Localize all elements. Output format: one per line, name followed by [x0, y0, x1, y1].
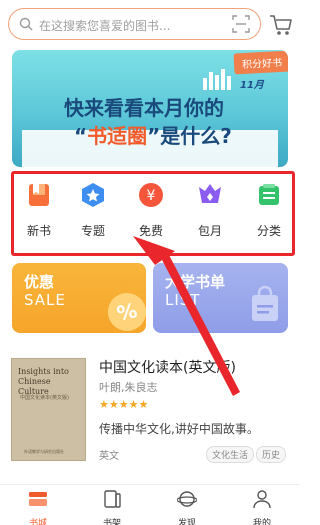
- nav-bookshelf[interactable]: 书架: [82, 489, 142, 525]
- book-list-item[interactable]: Insights into Chinese Culture 中国文化读本(英文版…: [0, 350, 300, 470]
- free-icon: ¥: [139, 183, 163, 207]
- nav-bookstore[interactable]: 书城: [8, 489, 68, 525]
- bookstore-icon: [29, 492, 47, 506]
- rating-stars: ★★★★★: [99, 393, 149, 411]
- search-icon: [19, 17, 33, 31]
- book-title[interactable]: 中国文化读本(英文版): [99, 357, 236, 377]
- tag-history[interactable]: 历史: [256, 446, 287, 463]
- svg-text:¥: ¥: [147, 188, 156, 204]
- promo-banner[interactable]: 积分好书 11月 快来看看本月你的 “书适圈”是什么?: [12, 50, 288, 167]
- scan-icon[interactable]: [232, 15, 250, 33]
- book-language: 英文: [99, 451, 119, 462]
- bookshelf-icon: [104, 490, 121, 508]
- category-new-book[interactable]: 新书: [15, 182, 63, 239]
- monthly-icon: [199, 184, 221, 203]
- shopping-bag-icon: [252, 285, 278, 321]
- bottom-nav: 书城 书架 发现 我的: [0, 484, 300, 525]
- banner-subheadline: “书适圈”是什么?: [74, 124, 232, 148]
- nav-profile[interactable]: 我的: [232, 489, 292, 525]
- category-nav: 新书 专题 ¥ 免费 包月 分类: [11, 171, 295, 256]
- category-topic[interactable]: 专题: [69, 182, 117, 239]
- banner-badge: 积分好书: [233, 50, 288, 75]
- cart-icon[interactable]: [268, 12, 294, 38]
- nav-discover[interactable]: 发现: [157, 489, 217, 525]
- search-placeholder: 在这搜索您喜爱的图书...: [39, 19, 171, 33]
- banner-highlight: 书适圈: [87, 124, 148, 148]
- new-book-icon: [29, 184, 49, 206]
- sale-card[interactable]: 优惠 SALE %: [12, 263, 146, 333]
- carousel-indicator: [130, 158, 190, 162]
- category-icon: [259, 184, 279, 205]
- discover-icon: [176, 491, 198, 507]
- banner-month: 11月: [240, 80, 264, 91]
- star-icon: ★★★★★: [99, 398, 149, 411]
- book-description: 传播中华文化,讲好中国故事。: [99, 422, 259, 436]
- category-monthly[interactable]: 包月: [186, 182, 234, 239]
- books-graphic-icon: [203, 69, 231, 90]
- profile-icon: [253, 490, 271, 509]
- banner-headline: 快来看看本月你的: [64, 96, 224, 120]
- category-free[interactable]: ¥ 免费: [127, 182, 175, 239]
- search-input[interactable]: 在这搜索您喜爱的图书...: [8, 8, 261, 40]
- discount-icon: %: [104, 289, 146, 333]
- category-classify[interactable]: 分类: [245, 182, 293, 239]
- topic-icon: [82, 183, 104, 207]
- university-list-card[interactable]: 大学书单 LIST: [153, 263, 288, 333]
- search-row: 在这搜索您喜爱的图书...: [0, 0, 300, 48]
- tag-culture[interactable]: 文化生活: [206, 446, 255, 463]
- book-cover[interactable]: Insights into Chinese Culture 中国文化读本(英文版…: [11, 358, 86, 461]
